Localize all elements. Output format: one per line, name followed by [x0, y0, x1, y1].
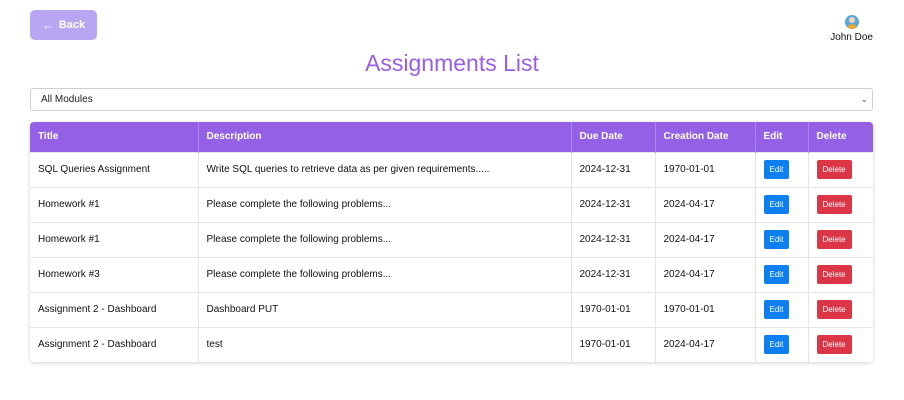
column-header-creation-date: Creation Date [655, 122, 756, 152]
cell-creation-date: 2024-04-17 [655, 326, 756, 362]
page-title: Assignments List [365, 50, 539, 76]
cell-due-date: 2024-12-31 [571, 221, 656, 257]
edit-button[interactable]: Edit [763, 160, 790, 179]
delete-button[interactable]: Delete [816, 160, 852, 179]
cell-delete: Delete [808, 326, 873, 362]
cell-description: Please complete the following problems..… [198, 256, 572, 292]
cell-title: Assignment 2 - Dashboard [30, 291, 199, 327]
cell-due-date: 1970-01-01 [571, 326, 656, 362]
cell-description: Write SQL queries to retrieve data as pe… [198, 151, 572, 187]
module-filter-select[interactable]: All Modules ⌄ [30, 88, 873, 111]
cell-delete: Delete [808, 151, 873, 187]
cell-title: Homework #1 [30, 221, 199, 257]
edit-button[interactable]: Edit [763, 265, 790, 284]
cell-description: Please complete the following problems..… [198, 221, 572, 257]
cell-title: Homework #3 [30, 256, 199, 292]
edit-button[interactable]: Edit [763, 230, 790, 249]
delete-button[interactable]: Delete [816, 230, 852, 249]
user-name: John Doe [830, 32, 873, 43]
delete-button[interactable]: Delete [816, 195, 852, 214]
cell-edit: Edit [755, 151, 809, 187]
delete-button[interactable]: Delete [816, 300, 852, 319]
cell-edit: Edit [755, 221, 809, 257]
cell-description: Please complete the following problems..… [198, 186, 572, 222]
cell-due-date: 2024-12-31 [571, 151, 656, 187]
cell-delete: Delete [808, 186, 873, 222]
back-button-label: Back [58, 19, 86, 31]
cell-creation-date: 2024-04-17 [655, 221, 756, 257]
cell-edit: Edit [755, 326, 809, 362]
user-avatar-icon [844, 15, 859, 29]
column-header-title: Title [30, 122, 199, 152]
module-filter-value: All Modules [41, 94, 93, 105]
chevron-down-icon: ⌄ [860, 94, 868, 104]
cell-delete: Delete [808, 291, 873, 327]
cell-creation-date: 1970-01-01 [655, 151, 756, 187]
table-row: Homework #1 Please complete the followin… [30, 221, 873, 257]
cell-creation-date: 2024-04-17 [655, 256, 756, 292]
assignments-table: Title Description Due Date Creation Date… [30, 122, 873, 362]
back-button[interactable]: ← Back [30, 10, 97, 40]
arrow-left-icon: ← [41, 18, 54, 32]
cell-delete: Delete [808, 221, 873, 257]
cell-title: SQL Queries Assignment [30, 151, 199, 187]
cell-description: test [198, 326, 572, 362]
table-row: SQL Queries Assignment Write SQL queries… [30, 151, 873, 187]
cell-delete: Delete [808, 256, 873, 292]
cell-creation-date: 2024-04-17 [655, 186, 756, 222]
table-row: Assignment 2 - Dashboard Dashboard PUT 1… [30, 291, 873, 327]
column-header-due-date: Due Date [571, 122, 656, 152]
cell-due-date: 2024-12-31 [571, 256, 656, 292]
cell-due-date: 2024-12-31 [571, 186, 656, 222]
cell-edit: Edit [755, 256, 809, 292]
edit-button[interactable]: Edit [763, 335, 790, 355]
table-row: Homework #1 Please complete the followin… [30, 186, 873, 222]
cell-edit: Edit [755, 291, 809, 327]
column-header-delete: Delete [816, 131, 847, 143]
column-header-description: Description [198, 122, 572, 152]
assignments-page: ← Back John Doe Assignments List All Mod… [0, 0, 904, 400]
column-header-edit: Edit [755, 122, 809, 152]
delete-button[interactable]: Delete [816, 265, 852, 284]
cell-edit: Edit [755, 186, 809, 222]
delete-button[interactable]: Delete [816, 335, 852, 355]
edit-button[interactable]: Edit [763, 195, 790, 214]
cell-title: Assignment 2 - Dashboard [30, 326, 199, 362]
cell-creation-date: 1970-01-01 [655, 291, 756, 327]
cell-title: Homework #1 [30, 186, 199, 222]
table-row: Assignment 2 - Dashboard test 1970-01-01… [30, 326, 873, 362]
table-header-row: Title Description Due Date Creation Date… [30, 122, 873, 152]
user-profile[interactable]: John Doe [830, 15, 873, 43]
cell-description: Dashboard PUT [198, 291, 572, 327]
table-row: Homework #3 Please complete the followin… [30, 256, 873, 292]
cell-due-date: 1970-01-01 [571, 291, 656, 327]
edit-button[interactable]: Edit [763, 300, 790, 319]
